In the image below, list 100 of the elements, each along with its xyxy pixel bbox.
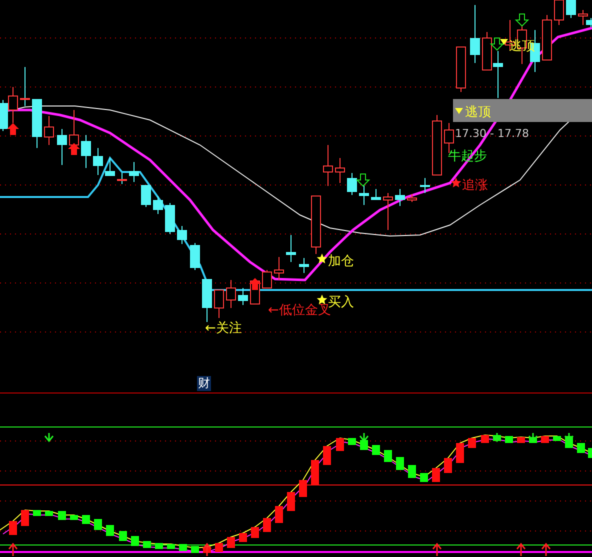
candlestick xyxy=(371,188,381,200)
oscillator-bar xyxy=(553,436,561,441)
candlestick xyxy=(8,86,18,124)
candlestick xyxy=(274,256,284,280)
triangle-icon xyxy=(500,39,508,45)
down-arrow-icon xyxy=(492,432,502,442)
oscillator-bar xyxy=(323,446,331,465)
oscillator-bar xyxy=(360,440,368,450)
triangle-icon xyxy=(455,108,463,114)
up-arrow-icon xyxy=(8,542,18,557)
down-arrow-icon xyxy=(356,174,370,187)
candlestick xyxy=(470,4,480,64)
oscillator-bar xyxy=(432,468,440,482)
down-arrow-icon xyxy=(528,432,538,442)
signal-label: ←低位金叉 xyxy=(268,303,331,318)
oscillator-bar xyxy=(517,437,525,443)
candlestick xyxy=(482,32,492,70)
signal-label: 买入 xyxy=(328,295,354,310)
candlestick xyxy=(286,234,296,262)
down-arrow-icon xyxy=(490,38,504,51)
oscillator-bar xyxy=(33,510,41,516)
candlestick xyxy=(299,258,309,274)
candlestick xyxy=(93,148,103,176)
oscillator-bar xyxy=(396,457,404,470)
down-arrow-icon xyxy=(359,432,369,442)
candlestick xyxy=(566,0,576,18)
oscillator-bar xyxy=(251,527,259,538)
candlestick xyxy=(129,162,139,182)
signal-label: 追涨 xyxy=(462,178,488,193)
oscillator-bar xyxy=(456,443,464,463)
candlestick xyxy=(105,158,115,176)
candlestick xyxy=(190,242,200,270)
oscillator-bar xyxy=(106,525,114,536)
candlestick xyxy=(335,158,345,184)
oscillator-bar xyxy=(155,543,163,549)
oscillator-bar xyxy=(541,436,549,443)
oscillator-bar xyxy=(21,510,29,526)
candlestick xyxy=(165,202,175,234)
candlestick xyxy=(177,226,187,244)
star-icon xyxy=(450,178,462,188)
candlestick xyxy=(226,280,236,308)
candlestick xyxy=(542,14,552,60)
oscillator-bar xyxy=(481,435,489,443)
oscillator-bar xyxy=(119,531,127,541)
oscillator-bar xyxy=(420,473,428,482)
oscillator-bar xyxy=(348,438,356,445)
candlestick xyxy=(202,278,212,322)
candlestick xyxy=(407,194,417,202)
up-arrow-icon xyxy=(249,278,261,290)
oscillator-bar xyxy=(299,480,307,497)
candlestick xyxy=(57,128,67,166)
oscillator-bar xyxy=(179,544,187,551)
star-icon xyxy=(316,294,328,304)
oscillator-bar xyxy=(191,546,199,553)
up-arrow-icon xyxy=(68,143,80,155)
oscillator-bar xyxy=(336,438,344,451)
down-arrow-icon xyxy=(44,432,54,442)
up-arrow-icon xyxy=(516,542,526,557)
candlestick xyxy=(420,178,430,194)
candlestick xyxy=(32,98,42,148)
price-range: 17.30 - 17.78 xyxy=(455,127,529,140)
candlestick xyxy=(493,50,503,98)
oscillator-bar xyxy=(215,543,223,552)
up-arrow-icon xyxy=(202,542,212,557)
candlestick xyxy=(44,116,54,146)
up-arrow-icon xyxy=(7,123,19,135)
oscillator-bar xyxy=(588,448,592,458)
oscillator-bar xyxy=(263,518,271,532)
oscillator-bar xyxy=(45,511,53,516)
oscillator-bar xyxy=(9,521,17,535)
indicator-tag: 财 xyxy=(197,376,211,391)
signal-label: ←关注 xyxy=(205,321,242,336)
star-icon xyxy=(316,254,328,264)
candlestick xyxy=(20,66,30,106)
oscillator-bar xyxy=(94,519,102,530)
candlestick xyxy=(214,290,224,318)
candlestick xyxy=(359,184,369,206)
oscillator-bar xyxy=(311,460,319,485)
oscillator-bar xyxy=(227,537,235,548)
up-arrow-icon xyxy=(541,542,551,557)
candlestick xyxy=(117,172,127,184)
oscillator-bar xyxy=(131,536,139,546)
oscillator-bar xyxy=(408,465,416,478)
oscillator-bar xyxy=(384,450,392,462)
candlestick xyxy=(347,172,357,196)
candlestick xyxy=(456,46,466,92)
oscillator-bar xyxy=(82,515,90,524)
candlestick xyxy=(238,288,248,306)
oscillator-bar xyxy=(143,541,151,548)
oscillator-bar xyxy=(275,506,283,523)
oscillator-bar xyxy=(287,492,295,511)
up-arrow-icon xyxy=(432,542,442,557)
candlestick xyxy=(383,192,393,230)
oscillator-bar xyxy=(239,533,247,542)
candlestick xyxy=(323,144,333,186)
oscillator-bar xyxy=(70,515,78,520)
oscillator-bar xyxy=(167,544,175,549)
info-box-title: 逃顶 xyxy=(465,105,491,120)
candlestick xyxy=(262,270,272,288)
down-arrow-icon xyxy=(514,14,530,27)
